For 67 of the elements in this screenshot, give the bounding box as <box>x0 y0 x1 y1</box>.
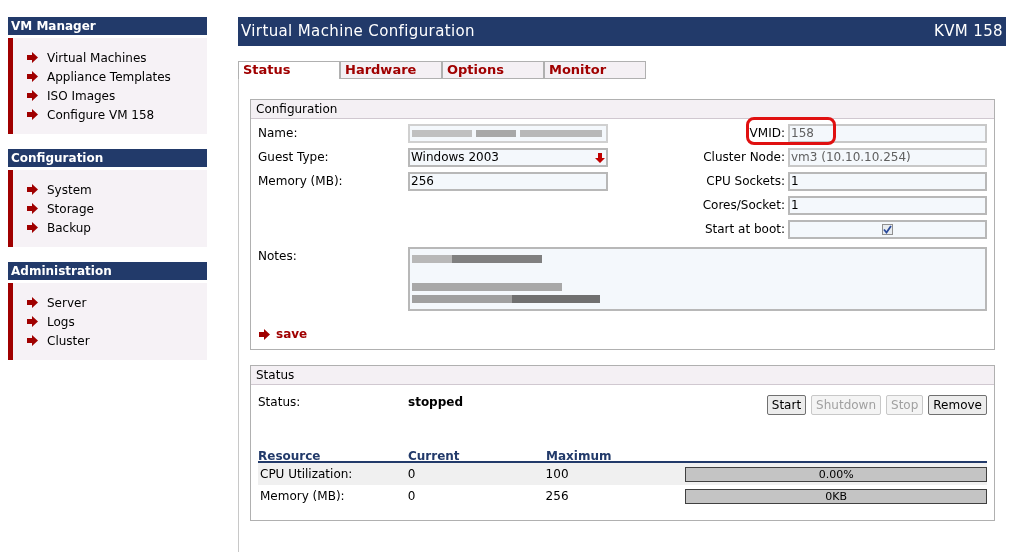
arrow-icon <box>27 203 38 214</box>
field-label: VMID: <box>749 125 785 142</box>
field-label: Memory (MB): <box>258 173 344 190</box>
progress-reading: 0KB <box>825 489 848 503</box>
input-field[interactable]: 158 <box>788 124 987 143</box>
arrow-icon <box>27 52 38 63</box>
vm-label: KVM 158 <box>933 21 1003 43</box>
arrow-icon <box>27 297 38 308</box>
table-cell-text: 0 <box>407 488 417 505</box>
arrow-icon <box>27 184 38 195</box>
field-label: Name: <box>258 125 299 142</box>
field-label: Cores/Socket: <box>702 197 785 214</box>
panel-title: Configuration <box>251 100 994 119</box>
nav-link[interactable]: Appliance Templates <box>47 67 171 86</box>
tab[interactable]: Options <box>442 61 544 79</box>
tab[interactable]: Status <box>238 61 340 79</box>
section-header: Configuration <box>8 149 207 167</box>
dropdown[interactable]: Windows 2003 <box>408 148 608 167</box>
nav-link[interactable]: Configure VM 158 <box>47 105 155 124</box>
field-label: Status: <box>258 394 302 411</box>
nav-link[interactable]: Virtual Machines <box>47 48 147 67</box>
arrow-icon <box>27 335 38 346</box>
field-label: CPU Sockets: <box>706 173 785 190</box>
caret-icon <box>595 152 605 163</box>
column-header: Maximum <box>546 448 613 461</box>
nav-link[interactable]: Backup <box>47 218 91 237</box>
notes-textarea[interactable] <box>407 247 987 311</box>
nav-link[interactable]: Server <box>47 293 87 312</box>
name-field[interactable] <box>408 124 608 143</box>
arrow-icon <box>27 316 38 327</box>
section-header: VM Manager <box>8 17 207 35</box>
section-header: Administration <box>8 262 207 280</box>
input-field[interactable]: 1 <box>788 196 987 215</box>
field-label: Start at boot: <box>704 221 785 238</box>
arrow-icon <box>27 109 38 120</box>
table-cell-text: Memory (MB): <box>259 488 346 505</box>
checkbox[interactable] <box>882 224 893 235</box>
input-field[interactable]: vm3 (10.10.10.254) <box>788 148 987 167</box>
arrow-icon <box>27 222 38 233</box>
arrow-icon <box>27 71 38 82</box>
tab[interactable]: Hardware <box>340 61 442 79</box>
nav-link[interactable]: Storage <box>47 199 94 218</box>
field-label: Notes: <box>258 248 298 265</box>
nav-link[interactable]: Logs <box>47 312 75 331</box>
column-header: Current <box>408 448 461 461</box>
table-cell-text: 100 <box>545 466 570 483</box>
table-cell-text: CPU Utilization: <box>259 466 354 483</box>
arrow-icon <box>259 328 270 340</box>
progress-reading: 0.00% <box>818 467 854 481</box>
panel-title: Status <box>251 366 994 385</box>
save-link[interactable]: save <box>276 325 308 343</box>
field-label: Guest Type: <box>258 149 330 166</box>
action-button[interactable]: Start <box>766 395 807 415</box>
table-cell-text: 0 <box>407 466 417 483</box>
table-cell-text: 256 <box>545 488 570 505</box>
status-value: stopped <box>408 394 465 411</box>
nav-link[interactable]: Cluster <box>47 331 90 350</box>
action-button[interactable]: Remove <box>928 395 987 415</box>
input-field[interactable]: 256 <box>408 172 608 191</box>
arrow-icon <box>27 90 38 101</box>
input-field[interactable]: 1 <box>788 172 987 191</box>
field-label: Cluster Node: <box>703 149 785 166</box>
page-title: Virtual Machine Configuration <box>241 21 475 43</box>
nav-link[interactable]: ISO Images <box>47 86 116 105</box>
column-header: Resource <box>258 448 322 461</box>
tab[interactable]: Monitor <box>544 61 646 79</box>
nav-link[interactable]: System <box>47 180 92 199</box>
